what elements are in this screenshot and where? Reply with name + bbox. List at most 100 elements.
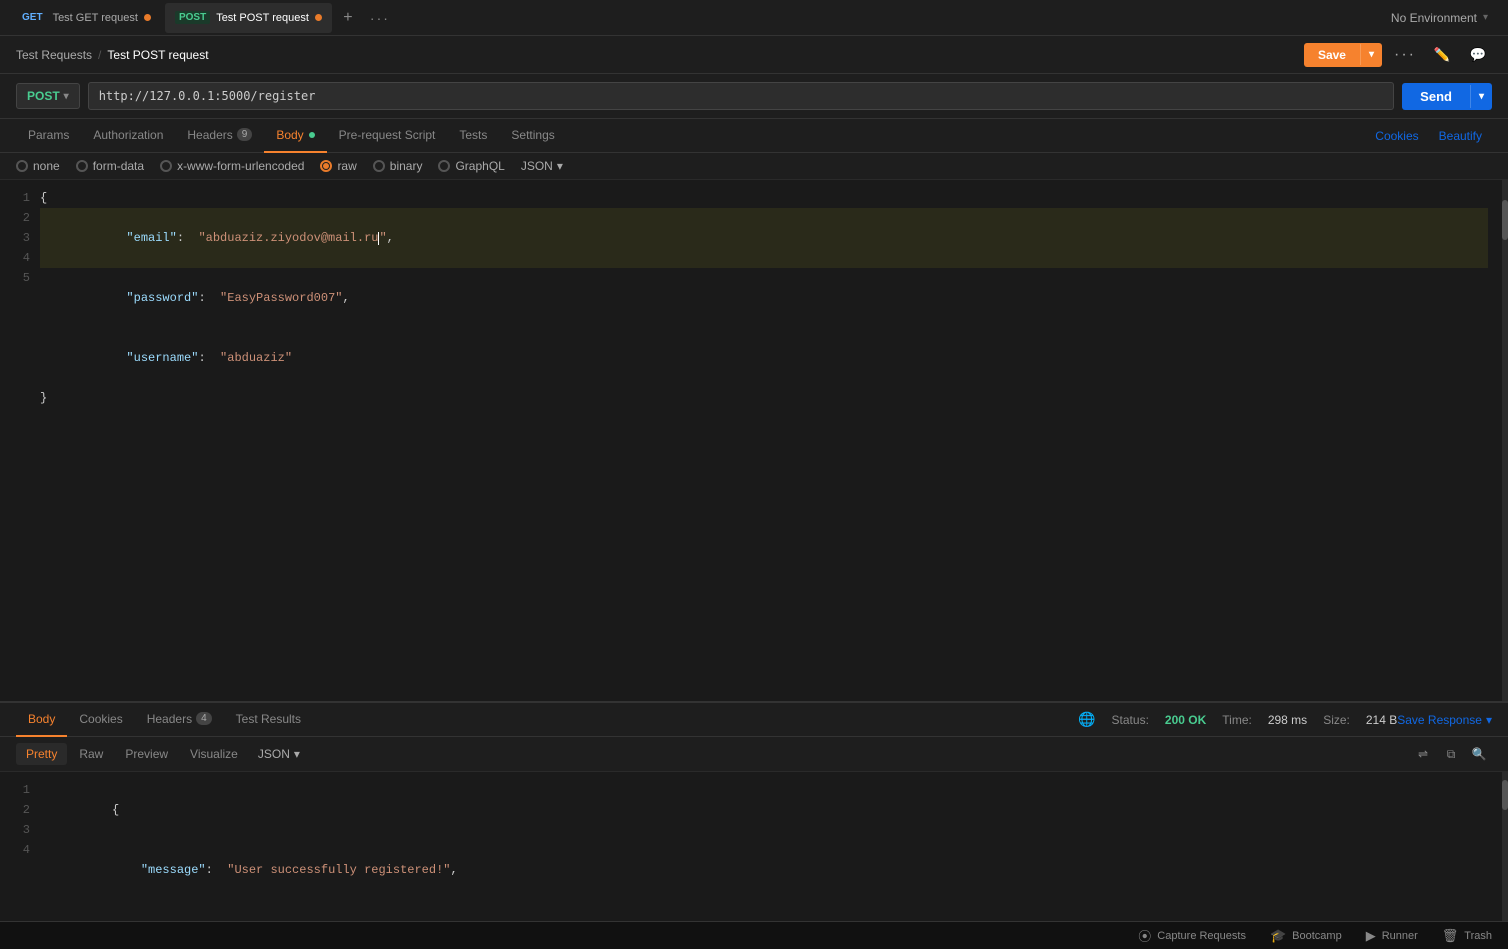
- body-option-graphql[interactable]: GraphQL: [438, 159, 504, 173]
- tab-headers[interactable]: Headers 9: [175, 119, 264, 153]
- tab-tests[interactable]: Tests: [447, 119, 499, 153]
- request-tabs: Params Authorization Headers 9 Body Pre-…: [0, 119, 1508, 153]
- code-line-1: {: [40, 188, 1488, 208]
- size-label: Size:: [1323, 713, 1350, 727]
- code-line-3: "password": "EasyPassword007",: [40, 268, 1488, 328]
- breadcrumb: Test Requests / Test POST request: [16, 48, 209, 62]
- beautify-link[interactable]: Beautify: [1429, 129, 1492, 143]
- tab-get-dot: [144, 14, 151, 21]
- breadcrumb-parent[interactable]: Test Requests: [16, 48, 92, 62]
- resp-scrollbar[interactable]: [1502, 772, 1508, 921]
- response-panel: Body Cookies Headers 4 Test Results 🌐 St…: [0, 701, 1508, 921]
- breadcrumb-actions: Save ▾ ··· ✏️ 💬: [1304, 41, 1492, 69]
- tab-settings[interactable]: Settings: [499, 119, 566, 153]
- resp-code-line-3: "success": true: [40, 900, 1488, 921]
- capture-requests-button[interactable]: ⦿ Capture Requests: [1138, 926, 1246, 945]
- editor-scrollbar-thumb: [1502, 200, 1508, 240]
- save-response-button[interactable]: Save Response ▾: [1397, 713, 1492, 727]
- bootcamp-button[interactable]: 🎓 Bootcamp: [1270, 928, 1342, 944]
- resp-view-pretty[interactable]: Pretty: [16, 743, 67, 765]
- method-badge-get: GET: [18, 11, 47, 24]
- save-chevron-icon[interactable]: ▾: [1360, 44, 1382, 65]
- new-tab-button[interactable]: +: [336, 6, 360, 30]
- resp-headers-badge: 4: [196, 712, 212, 725]
- method-label: POST: [27, 89, 60, 103]
- body-option-none[interactable]: none: [16, 159, 60, 173]
- resp-tab-test-results[interactable]: Test Results: [224, 703, 313, 737]
- resp-scrollbar-thumb: [1502, 780, 1508, 810]
- runner-button[interactable]: ▶ Runner: [1366, 928, 1418, 944]
- breadcrumb-current: Test POST request: [107, 48, 208, 62]
- editor-scrollbar[interactable]: [1502, 180, 1508, 701]
- tab-post-request[interactable]: POST Test POST request: [165, 3, 332, 33]
- resp-code-line-2: "message": "User successfully registered…: [40, 840, 1488, 900]
- globe-icon: 🌐: [1078, 711, 1095, 728]
- resp-copy-icon[interactable]: ⧉: [1438, 741, 1464, 767]
- status-code: 200 OK: [1165, 713, 1206, 727]
- body-option-raw[interactable]: raw: [320, 159, 356, 173]
- tab-body[interactable]: Body: [264, 119, 326, 153]
- code-line-4: "username": "abduaziz": [40, 328, 1488, 388]
- resp-code-line-1: {: [40, 780, 1488, 840]
- cookies-link[interactable]: Cookies: [1365, 129, 1428, 143]
- tab-bar: GET Test GET request POST Test POST requ…: [0, 0, 1508, 36]
- tab-post-label: Test POST request: [216, 12, 309, 24]
- method-select[interactable]: POST ▾: [16, 83, 80, 109]
- response-tabs: Body Cookies Headers 4 Test Results 🌐 St…: [0, 703, 1508, 737]
- resp-search-icon[interactable]: 🔍: [1466, 741, 1492, 767]
- request-editor[interactable]: 1 2 3 4 5 { "email": "abduaziz.ziyodov@m…: [0, 180, 1508, 701]
- toolbar-more-button[interactable]: ···: [1390, 42, 1420, 68]
- method-chevron-icon: ▾: [64, 91, 69, 102]
- breadcrumb-bar: Test Requests / Test POST request Save ▾…: [0, 36, 1508, 74]
- body-option-form-data[interactable]: form-data: [76, 159, 144, 173]
- send-chevron-icon[interactable]: ▾: [1470, 85, 1492, 108]
- tab-get-label: Test GET request: [53, 12, 138, 24]
- send-button[interactable]: Send ▾: [1402, 83, 1492, 110]
- time-label: Time:: [1222, 713, 1252, 727]
- resp-view-raw[interactable]: Raw: [69, 743, 113, 765]
- radio-form-data: [76, 160, 88, 172]
- body-option-urlencoded[interactable]: x-www-form-urlencoded: [160, 159, 304, 173]
- status-bar: ⦿ Capture Requests 🎓 Bootcamp ▶ Runner 🗑…: [0, 921, 1508, 949]
- resp-view-preview[interactable]: Preview: [115, 743, 178, 765]
- tab-authorization[interactable]: Authorization: [81, 119, 175, 153]
- resp-json-chevron-icon: ▾: [294, 747, 300, 761]
- trash-button[interactable]: 🗑 Trash: [1442, 928, 1492, 944]
- json-format-select[interactable]: JSON ▾: [521, 159, 563, 173]
- edit-icon-button[interactable]: ✏️: [1428, 41, 1456, 69]
- code-content: { "email": "abduaziz.ziyodov@mail.ru", "…: [40, 188, 1508, 693]
- tab-params[interactable]: Params: [16, 119, 81, 153]
- radio-binary: [373, 160, 385, 172]
- comment-icon-button[interactable]: 💬: [1464, 41, 1492, 69]
- resp-tab-cookies[interactable]: Cookies: [67, 703, 134, 737]
- save-button[interactable]: Save ▾: [1304, 43, 1382, 67]
- radio-raw: [320, 160, 332, 172]
- resp-json-select[interactable]: JSON ▾: [258, 747, 300, 761]
- tab-pre-request-script[interactable]: Pre-request Script: [327, 119, 448, 153]
- response-code-area[interactable]: 1 2 3 4 { "message": "User successfully …: [0, 772, 1508, 921]
- url-input[interactable]: [88, 82, 1394, 110]
- body-dot: [309, 132, 315, 138]
- status-label: Status:: [1112, 713, 1149, 727]
- method-badge-post: POST: [175, 11, 210, 24]
- resp-tab-headers[interactable]: Headers 4: [135, 703, 224, 737]
- environment-selector[interactable]: No Environment ▾: [1379, 11, 1500, 25]
- resp-view-visualize[interactable]: Visualize: [180, 743, 248, 765]
- tabs-more-button[interactable]: ···: [364, 10, 396, 26]
- code-line-2: "email": "abduaziz.ziyodov@mail.ru",: [40, 208, 1488, 268]
- bootcamp-icon: 🎓: [1270, 928, 1286, 944]
- radio-graphql: [438, 160, 450, 172]
- resp-tab-body[interactable]: Body: [16, 703, 67, 737]
- code-block: 1 2 3 4 5 { "email": "abduaziz.ziyodov@m…: [0, 180, 1508, 701]
- resp-wrap-icon[interactable]: ⇌: [1410, 741, 1436, 767]
- resp-code-content: { "message": "User successfully register…: [40, 780, 1508, 913]
- resp-line-numbers: 1 2 3 4: [0, 780, 40, 913]
- json-chevron-icon: ▾: [557, 159, 563, 173]
- tab-get-request[interactable]: GET Test GET request: [8, 3, 161, 33]
- env-label: No Environment: [1391, 11, 1477, 25]
- runner-icon: ▶: [1366, 928, 1376, 944]
- env-chevron-icon: ▾: [1483, 12, 1488, 23]
- body-option-binary[interactable]: binary: [373, 159, 423, 173]
- headers-badge: 9: [237, 128, 253, 141]
- code-line-5: }: [40, 388, 1488, 408]
